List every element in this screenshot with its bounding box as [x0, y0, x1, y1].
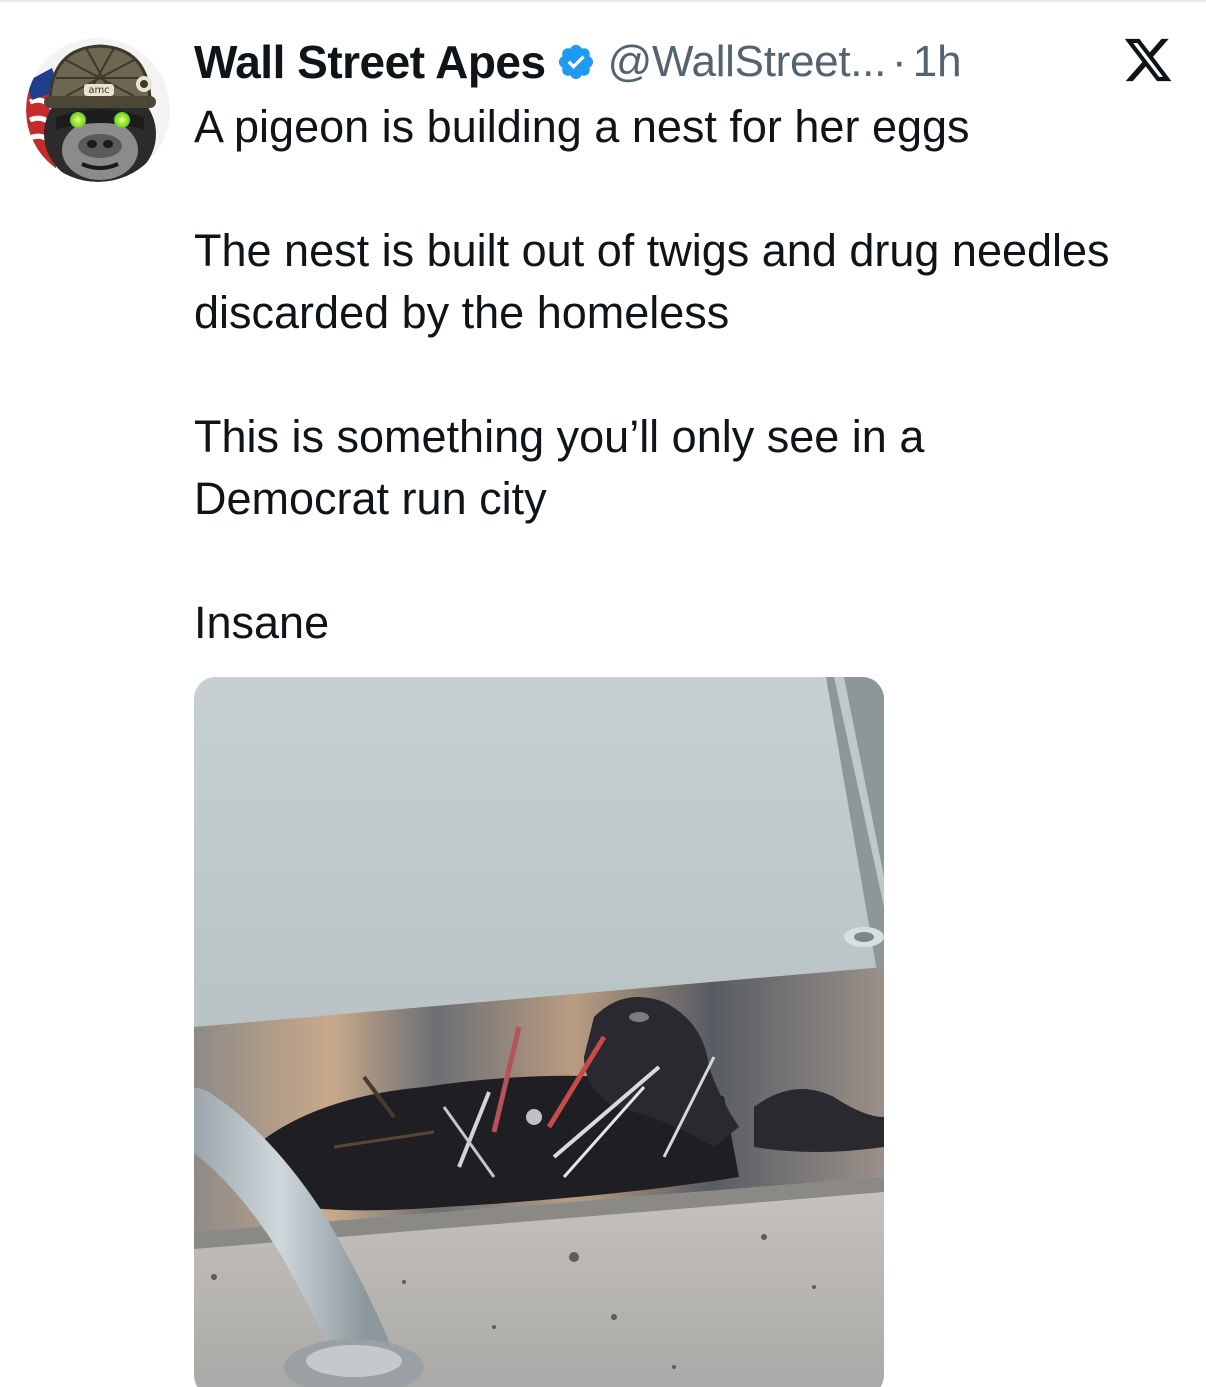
tweet-paragraph: This is something you’ll only see in a De…: [194, 406, 1184, 530]
tweet-card: amc Wall Street Apes @WallStreet... · 1h…: [0, 0, 1206, 1387]
verified-badge-icon: [556, 42, 596, 82]
gorilla-helmet-avatar-icon: amc: [26, 38, 170, 182]
x-logo-icon[interactable]: [1122, 34, 1174, 86]
tweet-line: A pigeon is building a nest for her eggs: [194, 101, 970, 152]
timestamp[interactable]: 1h: [913, 37, 962, 87]
tweet-media-photo[interactable]: [194, 677, 884, 1387]
avatar[interactable]: amc: [26, 38, 170, 182]
tweet-line: The nest is built out of twigs and drug …: [194, 225, 1110, 276]
tweet-header: Wall Street Apes @WallStreet... · 1h: [194, 34, 962, 90]
tweet-paragraph: Insane: [194, 592, 1184, 654]
tweet-text: A pigeon is building a nest for her eggs…: [194, 96, 1184, 654]
handle[interactable]: @WallStreet...: [608, 37, 887, 87]
tweet-line: Insane: [194, 597, 330, 648]
tweet-line: discarded by the homeless: [194, 287, 730, 338]
separator-dot: ·: [892, 37, 907, 86]
tweet-line: This is something you’ll only see in a: [194, 411, 925, 462]
display-name[interactable]: Wall Street Apes: [194, 35, 546, 89]
pigeon-nest-photo-icon: [194, 677, 884, 1387]
avatar-helmet-text: amc: [88, 85, 109, 96]
top-divider: [0, 0, 1206, 2]
tweet-paragraph: A pigeon is building a nest for her eggs: [194, 96, 1184, 158]
tweet-paragraph: The nest is built out of twigs and drug …: [194, 220, 1184, 344]
tweet-line: Democrat run city: [194, 473, 547, 524]
